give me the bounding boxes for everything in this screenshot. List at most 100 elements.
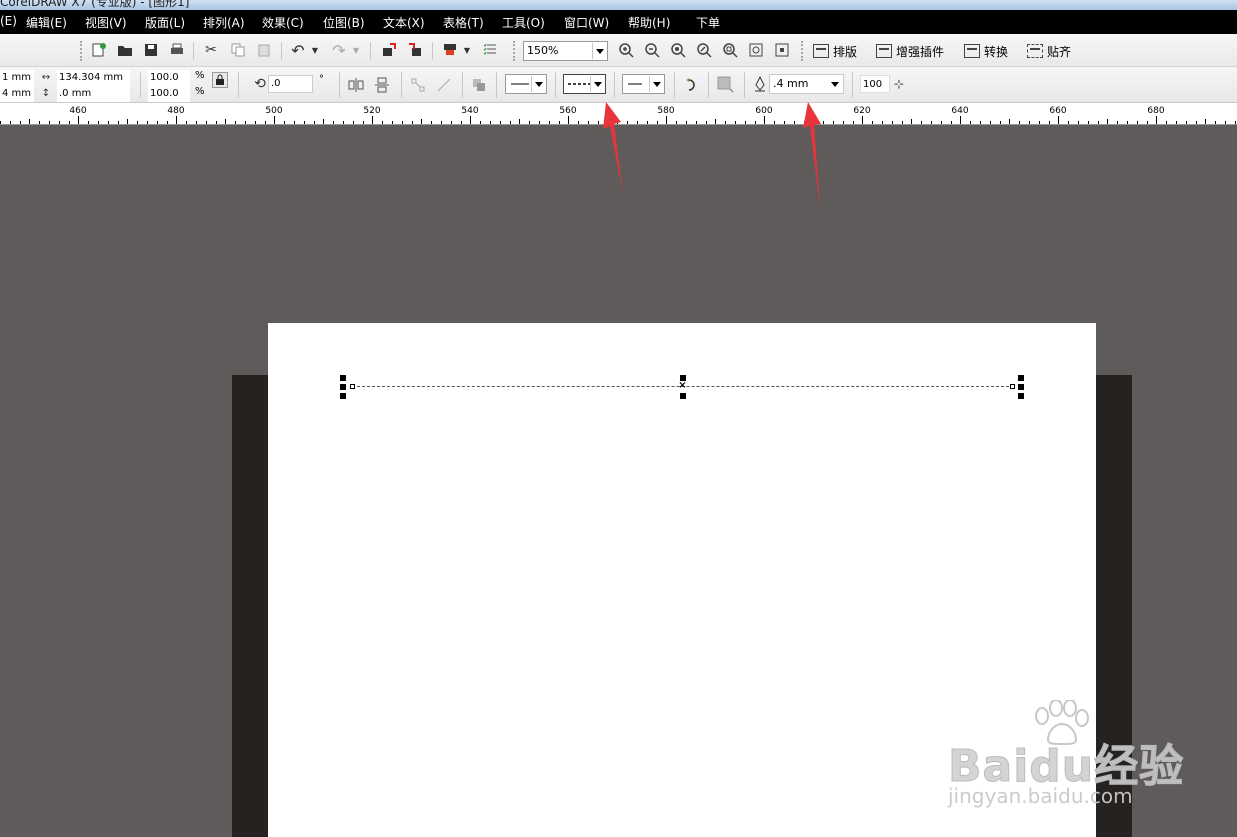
start-arrowhead-select[interactable] <box>505 74 547 94</box>
redo-dropdown-icon[interactable]: ▼ <box>351 41 361 59</box>
menu-text[interactable]: 文本(X) <box>383 14 425 31</box>
toolbar-separator <box>370 42 371 60</box>
stepper-icon[interactable]: ⊹ <box>891 75 907 93</box>
publish-pdf-icon[interactable] <box>441 41 459 59</box>
copy-icon[interactable] <box>229 41 247 59</box>
undo-dropdown-icon[interactable]: ▼ <box>310 41 320 59</box>
menu-view[interactable]: 视图(V) <box>85 14 127 31</box>
ruler-tick <box>1038 121 1040 124</box>
mirror-horizontal-icon[interactable] <box>347 76 365 94</box>
zoom-page-width-icon[interactable] <box>747 41 765 59</box>
import-icon[interactable] <box>380 41 398 59</box>
options-list-icon[interactable] <box>482 41 500 59</box>
ruler-label: 520 <box>363 106 381 116</box>
print-icon[interactable] <box>168 41 186 59</box>
center-marker-icon: × <box>678 380 687 391</box>
window-title: CorelDRAW X7 (专业版) - [图形1] <box>0 0 190 9</box>
menu-file[interactable]: (E) <box>0 14 17 28</box>
menu-layout[interactable]: 版面(L) <box>145 14 185 31</box>
selection-handle-middle-right[interactable] <box>1018 384 1024 390</box>
ruler-tick <box>9 121 11 124</box>
menu-window[interactable]: 窗口(W) <box>564 14 609 31</box>
opacity-field[interactable]: 100 <box>860 75 890 93</box>
combine-icon[interactable] <box>470 76 488 94</box>
chevron-down-icon[interactable] <box>531 76 545 92</box>
save-icon[interactable] <box>142 41 160 59</box>
ruler-tick <box>88 121 90 124</box>
scale-x-field[interactable]: 100.0 <box>148 70 190 86</box>
ruler-tick <box>656 121 658 124</box>
export-icon[interactable] <box>406 41 424 59</box>
selection-handle-bottom-right[interactable] <box>1018 393 1024 399</box>
chevron-down-icon[interactable] <box>590 76 604 92</box>
zoom-selected-icon[interactable] <box>669 41 687 59</box>
line-start-icon <box>511 83 529 85</box>
position-x-field[interactable]: 1 mm <box>0 70 34 86</box>
line-style-select[interactable] <box>563 74 606 94</box>
position-y-field[interactable]: 4 mm <box>0 86 34 102</box>
zoom-in-icon[interactable] <box>617 41 635 59</box>
toolbar-grip <box>513 41 515 61</box>
paste-icon[interactable] <box>255 41 273 59</box>
chevron-down-icon[interactable] <box>649 76 663 92</box>
menu-arrange[interactable]: 排列(A) <box>203 14 245 31</box>
chevron-down-icon[interactable] <box>828 76 842 92</box>
convert-button[interactable]: 转换 <box>964 41 1008 61</box>
ruler-tick <box>1146 121 1148 124</box>
snap-button[interactable]: 贴齐 <box>1027 41 1071 61</box>
menu-tools[interactable]: 工具(O) <box>502 14 545 31</box>
zoom-out-icon[interactable] <box>643 41 661 59</box>
open-folder-icon[interactable] <box>116 41 134 59</box>
outline-width-select[interactable]: .4 mm <box>769 74 844 94</box>
undo-icon[interactable]: ↶ <box>289 41 307 60</box>
ruler-label: 680 <box>1147 106 1165 116</box>
ruler-label: 500 <box>265 106 283 116</box>
end-arrowhead-select[interactable] <box>622 74 665 94</box>
menu-bitmaps[interactable]: 位图(B) <box>323 14 365 31</box>
new-document-icon[interactable] <box>90 41 108 59</box>
ruler-tick <box>519 119 521 124</box>
menu-edit[interactable]: 编辑(E) <box>26 14 67 31</box>
selection-handle-top-right[interactable] <box>1018 375 1024 381</box>
menu-table[interactable]: 表格(T) <box>443 14 484 31</box>
zoom-level-select[interactable]: 150% <box>523 41 608 61</box>
mirror-vertical-icon[interactable] <box>373 76 391 94</box>
menu-order[interactable]: 下单 <box>696 14 720 31</box>
ruler-tick <box>1156 116 1158 124</box>
zoom-all-objects-icon[interactable] <box>695 41 713 59</box>
enhance-plugin-button[interactable]: 增强插件 <box>876 41 944 61</box>
line-end-node[interactable] <box>1010 384 1015 389</box>
lock-ratio-icon[interactable] <box>212 72 228 88</box>
rotation-angle-field[interactable]: .0 <box>268 75 313 93</box>
ruler-tick <box>1107 119 1109 124</box>
publish-dropdown-icon[interactable]: ▼ <box>462 41 472 59</box>
ruler-tick <box>39 121 41 124</box>
toolbar-separator <box>281 42 282 60</box>
scale-y-field[interactable]: 100.0 <box>148 86 190 102</box>
menu-effects[interactable]: 效果(C) <box>262 14 304 31</box>
ruler-tick <box>196 121 197 124</box>
zoom-page-height-icon[interactable] <box>773 41 791 59</box>
redo-icon[interactable]: ↷ <box>330 41 348 60</box>
extend-curve-icon[interactable] <box>435 76 453 94</box>
menu-help[interactable]: 帮助(H) <box>628 14 670 31</box>
selection-handle-bottom-center[interactable] <box>680 393 686 399</box>
connect-nodes-icon[interactable] <box>409 76 427 94</box>
ruler-tick <box>882 121 883 124</box>
ruler-tick <box>215 121 217 124</box>
layout-icon <box>813 44 829 58</box>
wrap-text-icon[interactable] <box>716 75 734 93</box>
selection-handle-middle-left[interactable] <box>340 384 346 390</box>
object-width-field[interactable]: 134.304 mm <box>57 70 130 86</box>
toolbar-separator <box>852 72 853 98</box>
swap-arrowheads-icon[interactable] <box>682 76 700 94</box>
cut-icon[interactable]: ✂ <box>202 41 220 59</box>
layout-button[interactable]: 排版 <box>813 41 857 61</box>
ruler-tick <box>421 119 423 124</box>
object-height-field[interactable]: .0 mm <box>57 86 130 102</box>
zoom-page-icon[interactable] <box>721 41 739 59</box>
line-start-node[interactable] <box>350 384 355 389</box>
chevron-down-icon[interactable] <box>592 43 606 59</box>
selection-handle-bottom-left[interactable] <box>340 393 346 399</box>
selection-handle-top-left[interactable] <box>340 375 346 381</box>
